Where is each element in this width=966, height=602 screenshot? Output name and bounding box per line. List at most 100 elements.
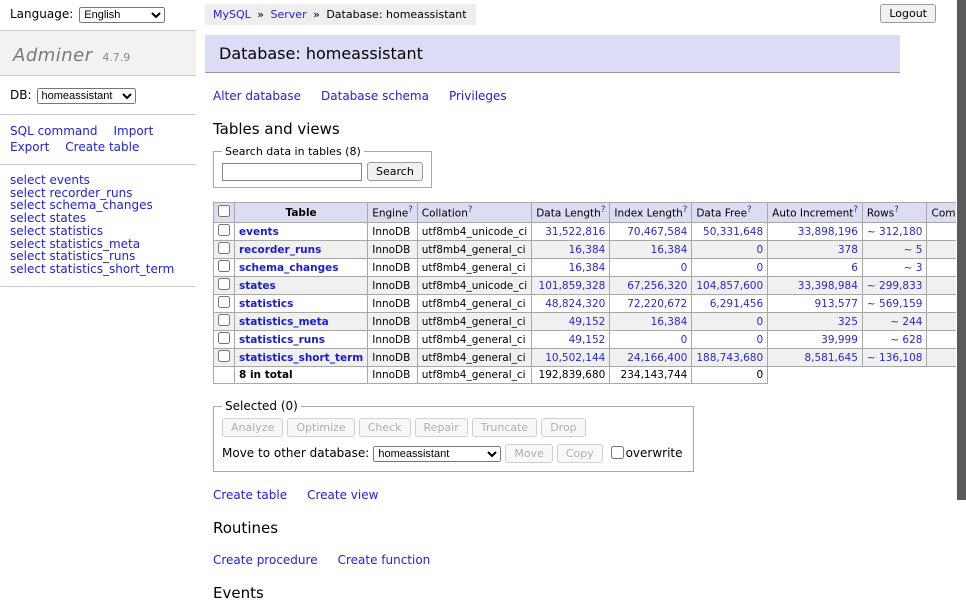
rows-count-link[interactable]: ~ 136,108 bbox=[867, 352, 923, 364]
auto-increment-link[interactable]: 39,999 bbox=[821, 334, 858, 346]
sidebar-action-link[interactable]: Import bbox=[113, 124, 153, 138]
auto-increment-link[interactable]: 6 bbox=[851, 262, 858, 274]
row-checkbox[interactable] bbox=[218, 296, 230, 308]
truncate-button[interactable]: Truncate bbox=[472, 418, 537, 437]
create-link[interactable]: Create table bbox=[213, 488, 287, 502]
table-name-link[interactable]: statistics bbox=[239, 298, 293, 310]
auto-increment-link[interactable]: 33,398,984 bbox=[798, 280, 858, 292]
data-free-link[interactable]: 6,291,456 bbox=[710, 298, 763, 310]
copy-button[interactable]: Copy bbox=[557, 444, 603, 463]
auto-increment-link[interactable]: 8,581,645 bbox=[804, 352, 857, 364]
row-checkbox[interactable] bbox=[218, 242, 230, 254]
index-length-link[interactable]: 24,166,400 bbox=[627, 352, 687, 364]
sidebar-action-link[interactable]: SQL command bbox=[10, 124, 97, 138]
column-help-link[interactable]: ? bbox=[601, 205, 606, 215]
index-length-link[interactable]: 0 bbox=[681, 262, 688, 274]
data-length-link[interactable]: 16,384 bbox=[569, 244, 606, 256]
column-help[interactable]: ? bbox=[601, 205, 606, 215]
select-all-checkbox[interactable] bbox=[218, 205, 230, 217]
column-help[interactable]: ? bbox=[747, 205, 752, 215]
logout-button[interactable]: Logout bbox=[880, 4, 936, 23]
sidebar-select-link[interactable]: select statistics bbox=[10, 225, 196, 238]
column-help-link[interactable]: ? bbox=[683, 205, 688, 215]
move-db-select[interactable]: homeassistant bbox=[373, 446, 501, 462]
breadcrumb-link[interactable]: MySQL bbox=[213, 8, 251, 21]
data-free-link[interactable]: 0 bbox=[756, 244, 763, 256]
db-action-link[interactable]: Privileges bbox=[449, 89, 507, 103]
row-checkbox[interactable] bbox=[218, 278, 230, 290]
db-select[interactable]: homeassistant bbox=[37, 88, 136, 104]
table-name-link[interactable]: statistics_runs bbox=[239, 334, 325, 346]
data-free-link[interactable]: 104,857,600 bbox=[696, 280, 763, 292]
data-length-link[interactable]: 48,824,320 bbox=[545, 298, 605, 310]
column-help[interactable]: ? bbox=[683, 205, 688, 215]
data-length-link[interactable]: 31,522,816 bbox=[545, 226, 605, 238]
data-free-link[interactable]: 188,743,680 bbox=[696, 352, 763, 364]
sidebar-action-link[interactable]: Create table bbox=[65, 140, 139, 154]
column-help[interactable]: ? bbox=[408, 205, 413, 215]
routine-link[interactable]: Create function bbox=[338, 553, 431, 567]
table-name-link[interactable]: events bbox=[239, 226, 279, 238]
table-name-link[interactable]: statistics_meta bbox=[239, 316, 329, 328]
index-length-link[interactable]: 16,384 bbox=[651, 244, 688, 256]
table-name-link[interactable]: schema_changes bbox=[239, 262, 339, 274]
table-name-link[interactable]: statistics_short_term bbox=[239, 352, 363, 364]
data-length-link[interactable]: 10,502,144 bbox=[545, 352, 605, 364]
auto-increment-link[interactable]: 378 bbox=[838, 244, 858, 256]
scrollbar-thumb[interactable] bbox=[957, 0, 966, 500]
db-action-link[interactable]: Database schema bbox=[321, 89, 429, 103]
search-input[interactable] bbox=[222, 163, 362, 181]
index-length-link[interactable]: 0 bbox=[681, 334, 688, 346]
index-length-link[interactable]: 72,220,672 bbox=[627, 298, 687, 310]
optimize-button[interactable]: Optimize bbox=[287, 418, 354, 437]
data-length-link[interactable]: 49,152 bbox=[569, 334, 606, 346]
search-button[interactable]: Search bbox=[367, 162, 423, 181]
data-length-link[interactable]: 49,152 bbox=[569, 316, 606, 328]
data-length-link[interactable]: 101,859,328 bbox=[539, 280, 606, 292]
data-length-link[interactable]: 16,384 bbox=[569, 262, 606, 274]
drop-button[interactable]: Drop bbox=[541, 418, 585, 437]
rows-count-link[interactable]: ~ 312,180 bbox=[867, 226, 923, 238]
language-select[interactable]: English bbox=[79, 7, 165, 23]
auto-increment-link[interactable]: 325 bbox=[838, 316, 858, 328]
overwrite-option[interactable]: overwrite bbox=[611, 446, 683, 460]
overwrite-checkbox[interactable] bbox=[611, 446, 624, 459]
row-checkbox[interactable] bbox=[218, 350, 230, 362]
column-help-link[interactable]: ? bbox=[853, 205, 858, 215]
rows-count-link[interactable]: ~ 244 bbox=[890, 316, 922, 328]
auto-increment-link[interactable]: 913,577 bbox=[815, 298, 858, 310]
data-free-link[interactable]: 0 bbox=[756, 316, 763, 328]
vertical-scrollbar[interactable] bbox=[956, 0, 966, 543]
table-name-link[interactable]: states bbox=[239, 280, 276, 292]
index-length-link[interactable]: 16,384 bbox=[651, 316, 688, 328]
column-help-link[interactable]: ? bbox=[747, 205, 752, 215]
column-help-link[interactable]: ? bbox=[408, 205, 413, 215]
rows-count-link[interactable]: ~ 628 bbox=[890, 334, 922, 346]
data-free-link[interactable]: 0 bbox=[756, 334, 763, 346]
create-link[interactable]: Create view bbox=[307, 488, 378, 502]
index-length-link[interactable]: 67,256,320 bbox=[627, 280, 687, 292]
routine-link[interactable]: Create procedure bbox=[213, 553, 318, 567]
row-checkbox[interactable] bbox=[218, 332, 230, 344]
move-button[interactable]: Move bbox=[505, 444, 553, 463]
sidebar-select-link[interactable]: select events bbox=[10, 174, 196, 187]
rows-count-link[interactable]: ~ 569,159 bbox=[867, 298, 923, 310]
data-free-link[interactable]: 0 bbox=[756, 262, 763, 274]
analyze-button[interactable]: Analyze bbox=[222, 418, 283, 437]
rows-count-link[interactable]: ~ 299,833 bbox=[867, 280, 923, 292]
repair-button[interactable]: Repair bbox=[415, 418, 468, 437]
column-help[interactable]: ? bbox=[894, 205, 899, 215]
check-button[interactable]: Check bbox=[359, 418, 411, 437]
auto-increment-link[interactable]: 33,898,196 bbox=[798, 226, 858, 238]
table-name-link[interactable]: recorder_runs bbox=[239, 244, 321, 256]
breadcrumb-link[interactable]: Server bbox=[271, 8, 307, 21]
db-action-link[interactable]: Alter database bbox=[213, 89, 301, 103]
row-checkbox[interactable] bbox=[218, 260, 230, 272]
row-checkbox[interactable] bbox=[218, 314, 230, 326]
column-help[interactable]: ? bbox=[853, 205, 858, 215]
sidebar-select-link[interactable]: select states bbox=[10, 212, 196, 225]
sidebar-select-link[interactable]: select statistics_short_term bbox=[10, 263, 196, 276]
column-help-link[interactable]: ? bbox=[894, 205, 899, 215]
rows-count-link[interactable]: ~ 5 bbox=[904, 244, 923, 256]
row-checkbox[interactable] bbox=[218, 224, 230, 236]
